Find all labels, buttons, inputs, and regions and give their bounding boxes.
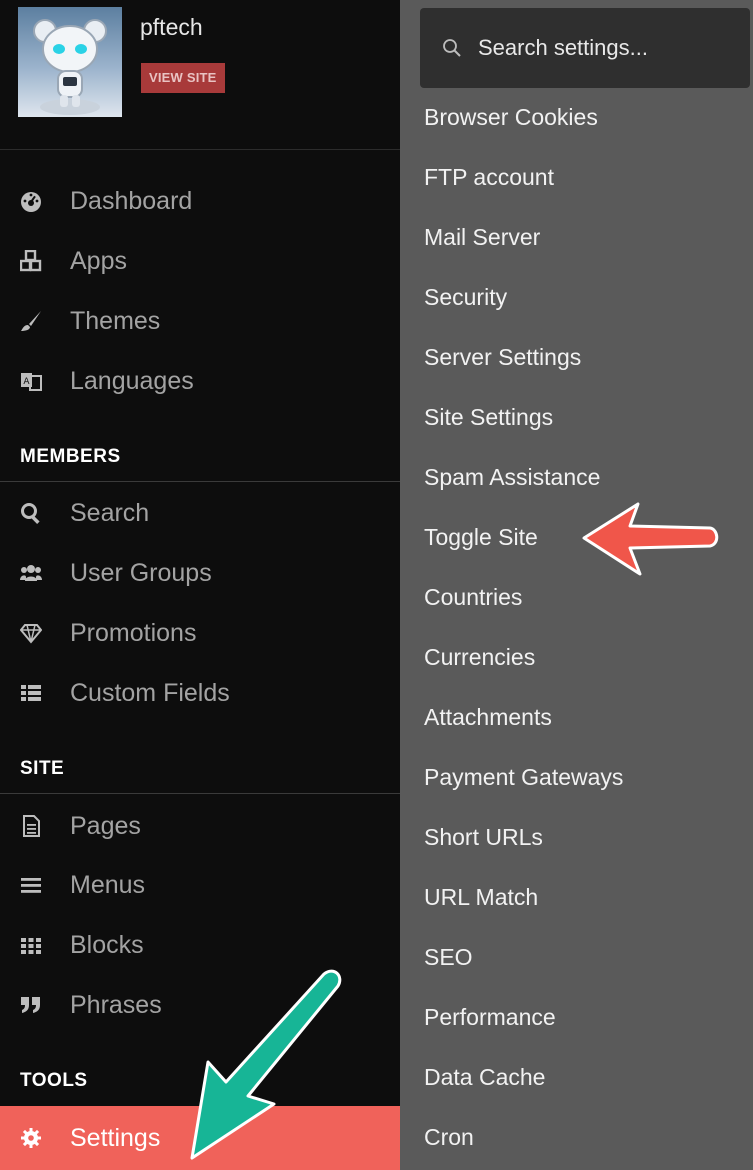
settings-item-ftp-account[interactable]: FTP account <box>424 157 554 197</box>
sidebar-item-promotions[interactable]: Promotions <box>0 604 400 662</box>
language-icon: A <box>20 370 42 392</box>
site-name: pftech <box>140 14 203 40</box>
settings-item-performance[interactable]: Performance <box>424 997 556 1037</box>
sidebar-item-label: Dashboard <box>70 186 193 215</box>
sidebar-item-label: Themes <box>70 306 161 335</box>
sidebar-item-label: Languages <box>70 366 194 395</box>
sidebar-item-label: Settings <box>70 1123 161 1152</box>
settings-search-box[interactable] <box>420 8 750 88</box>
settings-item-security[interactable]: Security <box>424 277 507 317</box>
file-icon <box>20 815 42 837</box>
settings-item-toggle-site[interactable]: Toggle Site <box>424 517 538 557</box>
settings-item-seo[interactable]: SEO <box>424 937 473 977</box>
cubes-icon <box>20 250 42 272</box>
users-icon <box>20 562 42 584</box>
section-tools-title: TOOLS <box>20 1070 88 1091</box>
sidebar-item-label: Search <box>70 498 150 527</box>
sidebar-item-pages[interactable]: Pages <box>0 797 400 855</box>
settings-item-mail-server[interactable]: Mail Server <box>424 217 540 257</box>
settings-item-currencies[interactable]: Currencies <box>424 637 535 677</box>
sidebar-item-label: Pages <box>70 811 141 840</box>
quote-icon <box>20 994 42 1016</box>
sidebar-item-dashboard[interactable]: Dashboard <box>0 172 400 230</box>
settings-panel: Browser Cookies FTP account Mail Server … <box>400 0 753 1170</box>
dashboard-icon <box>20 190 42 212</box>
sidebar-item-themes[interactable]: Themes <box>0 292 400 350</box>
sidebar-item-user-groups[interactable]: User Groups <box>0 544 400 602</box>
site-avatar[interactable] <box>18 7 122 117</box>
search-icon <box>442 38 462 58</box>
sidebar-item-label: Custom Fields <box>70 678 230 707</box>
sidebar-item-menus[interactable]: Menus <box>0 856 400 914</box>
sidebar-item-label: User Groups <box>70 558 212 587</box>
sidebar-item-phrases[interactable]: Phrases <box>0 976 400 1034</box>
settings-item-short-urls[interactable]: Short URLs <box>424 817 543 857</box>
sidebar-item-apps[interactable]: Apps <box>0 232 400 290</box>
settings-item-server-settings[interactable]: Server Settings <box>424 337 581 377</box>
sidebar-item-settings[interactable]: Settings <box>0 1106 400 1170</box>
site-profile: pftech VIEW SITE <box>0 0 400 150</box>
section-divider <box>0 793 400 794</box>
svg-text:A: A <box>23 377 30 387</box>
list-icon <box>20 682 42 704</box>
brush-icon <box>20 310 42 332</box>
gear-icon <box>20 1127 42 1149</box>
settings-item-countries[interactable]: Countries <box>424 577 522 617</box>
settings-item-payment-gateways[interactable]: Payment Gateways <box>424 757 623 797</box>
section-divider <box>0 481 400 482</box>
search-icon <box>20 502 42 524</box>
view-site-button[interactable]: VIEW SITE <box>141 63 225 93</box>
sidebar-item-label: Apps <box>70 246 127 275</box>
diamond-icon <box>20 622 42 644</box>
settings-item-attachments[interactable]: Attachments <box>424 697 552 737</box>
sidebar-item-custom-fields[interactable]: Custom Fields <box>0 664 400 722</box>
sidebar-item-label: Blocks <box>70 930 144 959</box>
sidebar-item-search[interactable]: Search <box>0 484 400 542</box>
sidebar-item-label: Phrases <box>70 990 162 1019</box>
settings-item-browser-cookies[interactable]: Browser Cookies <box>424 97 598 137</box>
sidebar-item-blocks[interactable]: Blocks <box>0 916 400 974</box>
grid-icon <box>20 934 42 956</box>
settings-item-site-settings[interactable]: Site Settings <box>424 397 553 437</box>
settings-item-url-match[interactable]: URL Match <box>424 877 538 917</box>
section-site-title: SITE <box>20 758 65 779</box>
sidebar-item-languages[interactable]: A Languages <box>0 352 400 410</box>
settings-search-input[interactable] <box>478 35 728 61</box>
settings-item-spam-assistance[interactable]: Spam Assistance <box>424 457 600 497</box>
bars-icon <box>20 874 42 896</box>
section-members-title: MEMBERS <box>20 446 121 467</box>
sidebar-item-label: Promotions <box>70 618 197 647</box>
settings-item-cron[interactable]: Cron <box>424 1117 474 1157</box>
admin-sidebar: pftech VIEW SITE Dashboard Apps Themes A… <box>0 0 400 1170</box>
sidebar-item-label: Menus <box>70 870 146 899</box>
settings-item-data-cache[interactable]: Data Cache <box>424 1057 545 1097</box>
